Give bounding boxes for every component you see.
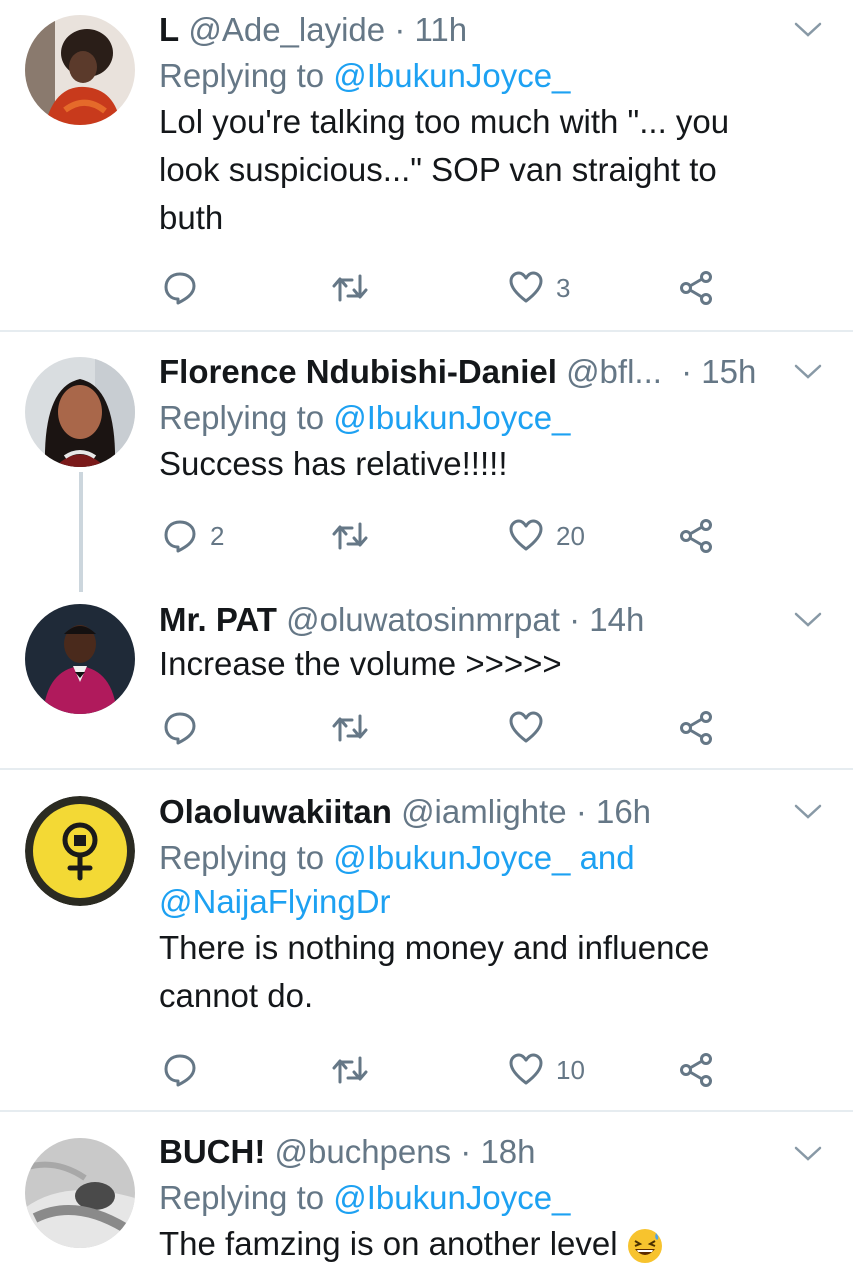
share-button[interactable] [678,710,714,746]
handle[interactable]: @Ade_layide [188,11,385,48]
avatar[interactable] [25,1138,135,1248]
like-button[interactable] [508,710,544,746]
tweet-actions: 3 [160,270,720,310]
retweet-icon [332,522,368,550]
share-icon [680,1053,712,1087]
tweet-text: The famzing is on another level [159,1220,833,1268]
replying-to: Replying to @IbukunJoyce_ [159,57,571,94]
chevron-down-icon[interactable] [793,610,823,630]
like-count: 3 [556,272,571,303]
heart-icon [509,519,543,551]
mention-link[interactable]: @NaijaFlyingDr [159,883,391,920]
speech-bubble-icon [164,272,196,305]
speech-bubble-icon [164,1054,196,1087]
display-name[interactable]: L [159,11,179,48]
tweet-3[interactable]: Mr. PAT @oluwatosinmrpat · 14h Increase … [0,592,853,768]
replying-to: Replying to @IbukunJoyce_ and @NaijaFlyi… [159,839,635,920]
tweet-text: Increase the volume >>>>> [159,645,562,682]
display-name[interactable]: Mr. PAT [159,601,277,638]
chevron-down-icon[interactable] [793,1144,823,1164]
speech-bubble-icon [164,712,196,745]
timestamp[interactable]: · 11h [394,11,467,48]
tweet-header: Florence Ndubishi-Daniel @bfl... · 15h [159,352,833,392]
avatar[interactable] [25,15,135,125]
thread-line [79,472,83,592]
display-name[interactable]: Olaoluwakiitan [159,793,392,830]
chevron-down-icon[interactable] [793,362,823,382]
mention-link[interactable]: @IbukunJoyce_ [333,1179,570,1216]
tweet-text: Success has relative!!!!! [159,445,508,482]
retweet-icon [332,714,368,742]
heart-icon [509,711,543,743]
share-icon [680,271,712,305]
tweet-actions: 10 [160,1052,720,1092]
retweet-button[interactable] [330,710,370,746]
tweet-text: Lol you're talking too much with "... yo… [159,103,730,236]
replying-to: Replying to @IbukunJoyce_ [159,399,571,436]
tweet-header: Mr. PAT @oluwatosinmrpat · 14h [159,600,833,640]
avatar[interactable] [25,604,135,714]
share-icon [680,711,712,745]
retweet-icon [332,1056,368,1084]
retweet-icon [332,274,368,302]
avatar[interactable] [25,796,135,906]
heart-icon [509,1053,543,1085]
mention-link[interactable]: @IbukunJoyce_ [333,839,570,876]
tweet-header: L @Ade_layide · 11h [159,10,833,50]
chevron-down-icon[interactable] [793,802,823,822]
speech-bubble-icon [164,520,196,553]
tweet-actions [160,710,720,750]
retweet-button[interactable] [330,270,370,306]
like-button[interactable]: 20 [508,518,585,554]
tweet-text: There is nothing money and influence can… [159,929,710,1014]
handle[interactable]: @iamlighte [401,793,567,830]
timestamp[interactable]: · 16h [576,793,651,830]
handle[interactable]: @oluwatosinmrpat [286,601,560,638]
reply-button[interactable] [162,1052,198,1088]
like-count: 20 [556,520,585,551]
heart-icon [509,271,543,303]
mention-link[interactable]: @IbukunJoyce_ [333,399,570,436]
share-button[interactable] [678,270,714,306]
handle[interactable]: @buchpens [275,1133,452,1170]
replying-to: Replying to @IbukunJoyce_ [159,1179,571,1216]
timestamp[interactable]: · 18h [460,1133,535,1170]
tweet-2[interactable]: Florence Ndubishi-Daniel @bfl... · 15h R… [0,332,853,592]
like-button[interactable]: 10 [508,1052,585,1088]
like-button[interactable]: 3 [508,270,570,306]
reply-button[interactable]: 2 [162,518,224,554]
retweet-button[interactable] [330,1052,370,1088]
display-name[interactable]: BUCH! [159,1133,265,1170]
tweet-actions: 2 20 [160,518,720,558]
share-icon [680,519,712,553]
timestamp[interactable]: · 14h [569,601,644,638]
handle[interactable]: @bfl... [566,353,662,390]
tweet-4[interactable]: Olaoluwakiitan @iamlighte · 16h Replying… [0,770,853,1110]
chevron-down-icon[interactable] [793,20,823,40]
avatar[interactable] [25,357,135,467]
timestamp[interactable]: · 15h [681,353,756,390]
tweet-header: Olaoluwakiitan @iamlighte · 16h [159,792,833,832]
reply-button[interactable] [162,710,198,746]
retweet-button[interactable] [330,518,370,554]
tweet-5[interactable]: BUCH! @buchpens · 18h Replying to @Ibuku… [0,1112,853,1280]
tweet-header: BUCH! @buchpens · 18h [159,1132,833,1172]
display-name[interactable]: Florence Ndubishi-Daniel [159,353,557,390]
like-count: 10 [556,1054,585,1085]
tweet-1[interactable]: L @Ade_layide · 11h Replying to @IbukunJ… [0,0,853,330]
mention-link[interactable]: @IbukunJoyce_ [333,57,570,94]
grinning-squinting-face-with-sweat-icon [627,1229,662,1264]
reply-button[interactable] [162,270,198,306]
share-button[interactable] [678,1052,714,1088]
reply-count: 2 [210,520,225,551]
share-button[interactable] [678,518,714,554]
